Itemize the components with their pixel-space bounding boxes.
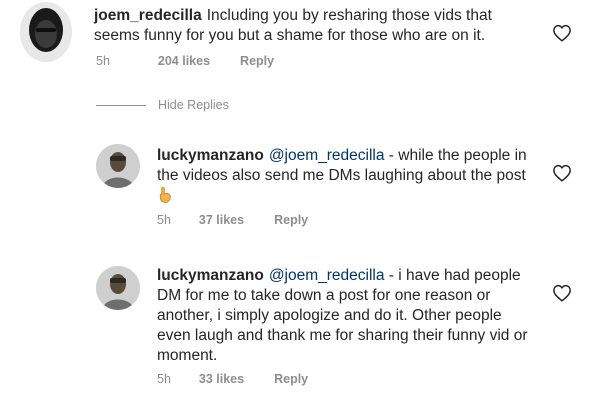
avatar-luckymanzano[interactable] [96, 144, 140, 188]
reply-body: luckymanzano @joem_redecilla - i have had… [157, 266, 529, 366]
heart-icon[interactable] [552, 164, 572, 182]
reply-meta: 5h 37 likes Reply [157, 213, 308, 227]
reply-meta: 5h 33 likes Reply [157, 372, 308, 386]
avatar-photo [96, 144, 140, 188]
comment-username[interactable]: joem_redecilla [94, 7, 202, 24]
comment-time[interactable]: 5h [96, 54, 110, 68]
hide-replies-label: Hide Replies [158, 98, 229, 112]
heart-icon[interactable] [552, 284, 572, 302]
reply-likes[interactable]: 33 likes [199, 372, 244, 386]
heart-outline-icon [553, 24, 571, 42]
hide-replies-button[interactable]: Hide Replies [96, 98, 229, 112]
comment-meta: 5h 204 likes Reply [96, 54, 274, 68]
reply-likes[interactable]: 37 likes [199, 213, 244, 227]
reply-time[interactable]: 5h [157, 213, 171, 227]
reply-reply-button[interactable]: Reply [274, 213, 308, 227]
reply-mention[interactable]: @joem_redecilla [269, 267, 385, 284]
heart-icon[interactable] [552, 24, 572, 42]
reply-username[interactable]: luckymanzano [157, 267, 264, 284]
comment-reply-button[interactable]: Reply [240, 54, 274, 68]
divider-line [96, 104, 146, 106]
avatar-photo [20, 2, 72, 62]
avatar-luckymanzano[interactable] [96, 266, 140, 310]
reply-body: luckymanzano @joem_redecilla - while the … [157, 146, 529, 207]
comment-likes[interactable]: 204 likes [158, 54, 210, 68]
hand-emoji-icon [159, 187, 171, 203]
reply-username[interactable]: luckymanzano [157, 147, 264, 164]
avatar-joem-redecilla[interactable] [20, 2, 72, 62]
heart-outline-icon [553, 284, 571, 302]
reply-mention[interactable]: @joem_redecilla [269, 147, 385, 164]
avatar-photo [96, 266, 140, 310]
heart-outline-icon [553, 164, 571, 182]
comment-body: joem_redecilla Including you by resharing… [94, 6, 514, 46]
reply-time[interactable]: 5h [157, 372, 171, 386]
reply-reply-button[interactable]: Reply [274, 372, 308, 386]
